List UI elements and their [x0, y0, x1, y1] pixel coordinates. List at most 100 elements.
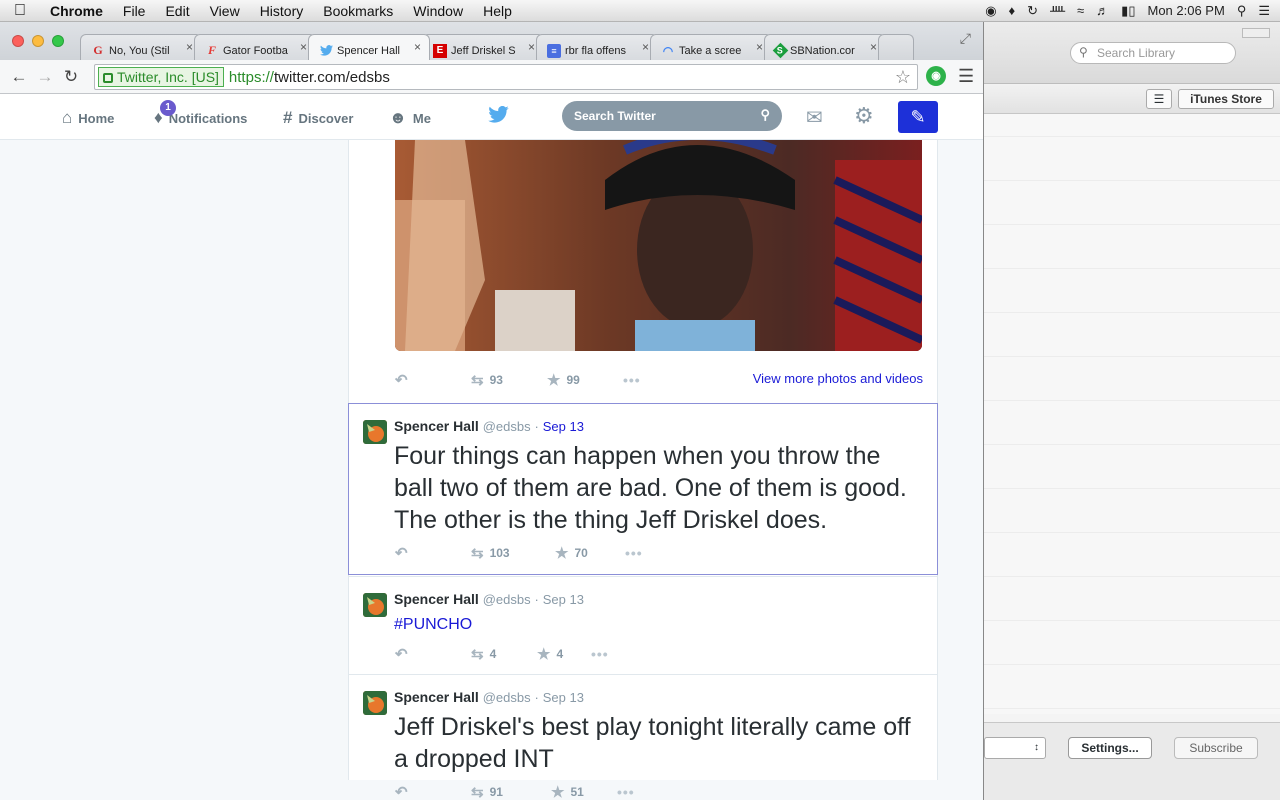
avatar[interactable] — [363, 593, 387, 617]
tab-sbnation[interactable]: S SBNation.cor × — [764, 34, 886, 60]
notification-center-icon[interactable]: ☰ — [1258, 3, 1270, 19]
reply-button[interactable]: ↶ — [395, 645, 471, 663]
settings-button[interactable]: Settings... — [1068, 737, 1152, 759]
volume-icon[interactable]: ♬ — [1096, 3, 1109, 18]
close-tab-icon[interactable]: × — [300, 40, 307, 54]
battery-icon[interactable]: ▮▯ — [1121, 3, 1135, 19]
view-more-photos-link[interactable]: View more photos and videos — [753, 371, 923, 386]
time-machine-icon[interactable]: ↻ — [1027, 3, 1038, 19]
address-bar[interactable]: Twitter, Inc. [US] https:// twitter.com/… — [94, 64, 918, 90]
itunes-window-controls[interactable] — [1242, 28, 1270, 38]
twitter-search-input[interactable]: Search Twitter ⚲ — [562, 101, 782, 131]
subscribe-button[interactable]: Subscribe — [1174, 737, 1258, 759]
reply-button[interactable]: ↶ — [395, 783, 471, 800]
close-tab-icon[interactable]: × — [528, 40, 535, 54]
wifi-icon[interactable]: ≈ — [1077, 3, 1084, 18]
menu-window[interactable]: Window — [403, 3, 473, 19]
tab-jeff-driskel[interactable]: E Jeff Driskel S × — [422, 34, 544, 60]
sbnation-icon: S — [772, 42, 789, 59]
itunes-store-button[interactable]: iTunes Store — [1178, 89, 1274, 109]
itunes-search-input[interactable]: ⚲ Search Library — [1070, 42, 1236, 64]
tweet-author-name[interactable]: Spencer Hall — [394, 591, 479, 607]
twitter-logo-icon[interactable] — [488, 105, 509, 126]
tab-no-you[interactable]: G No, You (Stil × — [80, 34, 202, 60]
itunes-select[interactable]: ↕ — [984, 737, 1046, 759]
nav-home[interactable]: ⌂ Home — [62, 108, 114, 128]
evernote-extension-icon[interactable]: ◉ — [926, 66, 946, 86]
direct-messages-icon[interactable]: ✉ — [806, 105, 823, 130]
compose-tweet-button[interactable]: ✎ — [898, 101, 938, 133]
tab-take-a-screenshot[interactable]: ◠ Take a scree × — [650, 34, 772, 60]
more-dots-icon: ••• — [591, 646, 609, 662]
bluetooth-icon[interactable]: ᚉ — [1050, 3, 1065, 19]
tweet-item[interactable]: Spencer Hall @edsbs · Sep 13 Four things… — [348, 403, 938, 575]
reply-button[interactable]: ↶ — [395, 544, 471, 562]
tweet-photo[interactable] — [395, 140, 922, 351]
minimize-window-button[interactable] — [32, 35, 44, 47]
tweet-author-handle[interactable]: @edsbs — [483, 592, 531, 607]
bell-icon[interactable]: ♦ — [1009, 3, 1016, 18]
list-view-icon[interactable]: ☰ — [1146, 89, 1172, 109]
close-tab-icon[interactable]: × — [642, 40, 649, 54]
close-tab-icon[interactable]: × — [756, 40, 763, 54]
favorite-button[interactable]: ★ 70 — [555, 544, 625, 562]
tab-gator-football[interactable]: F Gator Footba × — [194, 34, 316, 60]
close-tab-icon[interactable]: × — [870, 40, 877, 54]
favorite-button[interactable]: ★ 4 — [537, 645, 591, 663]
menu-bookmarks[interactable]: Bookmarks — [313, 3, 403, 19]
back-arrow-icon[interactable]: ← — [6, 67, 32, 87]
menu-edit[interactable]: Edit — [155, 3, 199, 19]
retweet-button[interactable]: ⇆ 93 — [471, 371, 547, 389]
menu-history[interactable]: History — [250, 3, 314, 19]
close-window-button[interactable] — [12, 35, 24, 47]
new-tab-button[interactable] — [878, 34, 914, 60]
more-button[interactable]: ••• — [623, 372, 699, 388]
tweet-date[interactable]: Sep 13 — [543, 419, 584, 434]
menu-app-name[interactable]: Chrome — [40, 3, 113, 19]
hashtag-link[interactable]: #PUNCHO — [394, 615, 924, 635]
tweet-author-handle[interactable]: @edsbs — [483, 690, 531, 705]
favorite-button[interactable]: ★ 51 — [551, 783, 617, 800]
ev-certificate-badge[interactable]: Twitter, Inc. [US] — [98, 67, 224, 87]
star-icon: ★ — [547, 372, 561, 389]
retweet-button[interactable]: ⇆ 103 — [471, 544, 555, 562]
retweet-button[interactable]: ⇆ 91 — [471, 783, 551, 800]
search-icon[interactable]: ⚲ — [760, 107, 770, 123]
fullscreen-icon[interactable]: ⤢ — [960, 30, 971, 47]
menu-view[interactable]: View — [200, 3, 250, 19]
gear-icon[interactable]: ⚙ — [854, 103, 874, 129]
tweet-author-name[interactable]: Spencer Hall — [394, 689, 479, 705]
tweet-author-handle[interactable]: @edsbs — [483, 419, 531, 434]
favorite-button[interactable]: ★ 99 — [547, 371, 623, 389]
tab-spencer-hall[interactable]: Spencer Hall × — [308, 34, 430, 60]
chrome-menu-icon[interactable]: ☰ — [958, 66, 974, 87]
tweet-item[interactable]: Spencer Hall @edsbs · Sep 13 #PUNCHO ↶ ⇆… — [349, 576, 937, 674]
tweet-date[interactable]: Sep 13 — [543, 690, 584, 705]
evernote-icon[interactable]: ◉ — [985, 3, 996, 19]
search-icon: ⚲ — [1079, 45, 1088, 59]
menu-file[interactable]: File — [113, 3, 156, 19]
menu-help[interactable]: Help — [473, 3, 522, 19]
reply-button[interactable]: ↶ — [395, 371, 471, 389]
retweet-button[interactable]: ⇆ 4 — [471, 645, 537, 663]
reload-icon[interactable]: ↻ — [58, 67, 84, 87]
nav-discover[interactable]: # Discover — [283, 108, 353, 128]
spotlight-icon[interactable]: ⚲ — [1237, 3, 1247, 19]
apple-menu-icon[interactable]:  — [0, 2, 40, 20]
tab-rbr-fla[interactable]: ≡ rbr fla offens × — [536, 34, 658, 60]
forward-arrow-icon[interactable]: → — [32, 67, 58, 87]
close-tab-icon[interactable]: × — [414, 40, 421, 54]
menubar-clock[interactable]: Mon 2:06 PM — [1147, 3, 1224, 18]
tweet-date[interactable]: Sep 13 — [543, 592, 584, 607]
tweet-item[interactable]: Spencer Hall @edsbs · Sep 13 Jeff Driske… — [349, 674, 937, 800]
more-button[interactable]: ••• — [591, 646, 667, 662]
close-tab-icon[interactable]: × — [186, 40, 193, 54]
bookmark-star-icon[interactable]: ☆ — [895, 67, 911, 88]
more-button[interactable]: ••• — [617, 784, 693, 800]
tweet-author-name[interactable]: Spencer Hall — [394, 418, 479, 434]
zoom-window-button[interactable] — [52, 35, 64, 47]
nav-me[interactable]: ☻ Me — [389, 108, 431, 128]
avatar[interactable] — [363, 420, 387, 444]
more-button[interactable]: ••• — [625, 545, 701, 561]
avatar[interactable] — [363, 691, 387, 715]
